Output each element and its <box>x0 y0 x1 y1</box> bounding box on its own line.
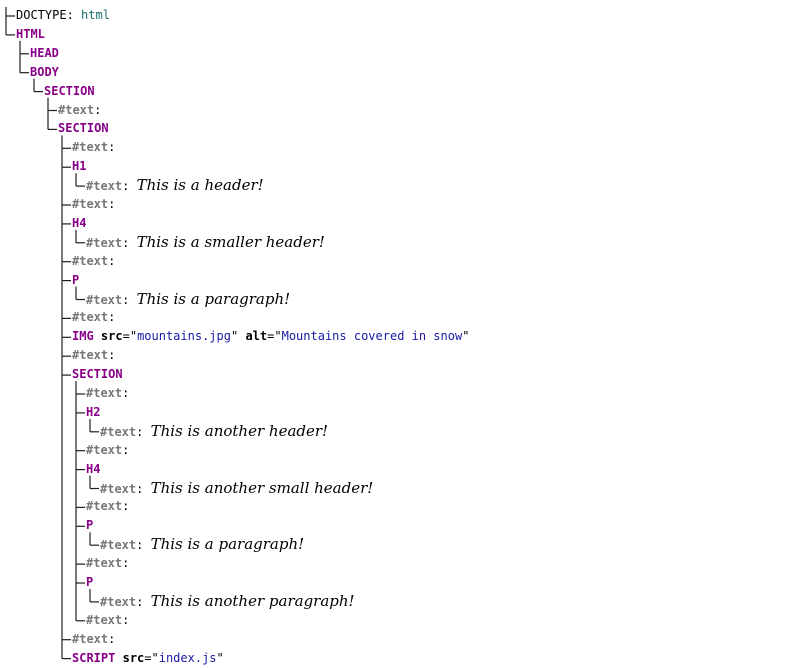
text-node: #text: This is a smaller header! <box>86 232 325 251</box>
element-tag-name: P <box>72 272 80 287</box>
element-node-section: SECTION <box>72 365 123 384</box>
text-node: #text: <box>72 253 116 268</box>
text-node-label: #text <box>86 386 123 400</box>
element-tag-name: HEAD <box>30 45 59 60</box>
element-tag-name: P <box>86 518 94 533</box>
doctype-value: html <box>81 8 110 22</box>
text-node-label: #text <box>86 292 123 307</box>
text-node-label: #text <box>86 612 123 627</box>
text-node-value: This is a paragraph! <box>136 289 291 308</box>
doctype-label: DOCTYPE <box>16 8 67 22</box>
element-node-html: HTML <box>16 25 45 44</box>
text-node-value: This is another paragraph! <box>150 591 355 610</box>
element-node-script: SCRIPT src="index.js" <box>72 650 224 665</box>
element-node-section: SECTION <box>44 82 95 101</box>
attribute-value: mountains.jpg <box>137 329 231 344</box>
text-node-label: #text <box>86 556 123 571</box>
text-node-label: #text <box>100 481 137 496</box>
text-node: #text: This is a header! <box>86 176 264 195</box>
text-node-label: #text <box>72 197 109 211</box>
element-node-img: IMG src="mountains.jpg" alt="Mountains c… <box>72 329 470 344</box>
text-node-value: This is another header! <box>150 421 329 440</box>
element-tag-name: H4 <box>72 215 87 230</box>
text-node-value: This is another small header! <box>150 478 374 497</box>
text-node: #text: This is another small header! <box>100 478 374 497</box>
element-node-h4: H4 <box>72 214 86 233</box>
doctype-node: DOCTYPE: html <box>16 8 110 22</box>
text-node-value: This is a paragraph! <box>150 535 305 554</box>
text-node-label: #text <box>72 140 109 155</box>
text-node: #text: <box>72 140 116 155</box>
attribute-value: index.js <box>158 650 217 665</box>
element-tag-name: H1 <box>72 159 87 174</box>
dom-tree-view: DOCTYPE: html HTML HEAD BODY SECTION #text: S… <box>0 0 800 665</box>
text-node: #text: <box>72 310 116 325</box>
element-tag-name: SCRIPT <box>72 650 116 665</box>
text-node-label: #text <box>100 538 137 553</box>
element-node-p: P <box>86 573 93 592</box>
text-node: #text: This is a paragraph! <box>100 535 305 554</box>
element-tag-name: H4 <box>86 461 101 476</box>
text-node-label: #text <box>86 499 123 514</box>
text-node-label: #text <box>86 442 123 457</box>
element-tag-name: P <box>86 575 94 589</box>
text-node: #text: <box>86 499 130 514</box>
element-tag-name: H2 <box>86 404 101 419</box>
text-node: #text: <box>58 102 102 117</box>
text-node-label: #text <box>72 631 109 646</box>
element-node-section: SECTION <box>58 119 109 138</box>
text-node: #text: <box>72 348 116 363</box>
element-tag-name: BODY <box>30 64 59 79</box>
text-node: #text: <box>72 631 116 646</box>
text-node: #text: <box>86 556 130 571</box>
element-tag-name: SECTION <box>72 367 123 382</box>
text-node: #text: <box>86 386 130 400</box>
text-node-label: #text <box>100 594 137 609</box>
text-node: #text: <box>86 442 130 457</box>
element-tag-name: IMG <box>72 329 94 344</box>
element-node-h4: H4 <box>86 460 100 479</box>
element-tag-name: SECTION <box>44 83 95 98</box>
attribute-name: alt <box>245 329 268 344</box>
element-node-p: P <box>86 516 93 535</box>
attribute-name: src <box>122 650 145 665</box>
text-node-label: #text <box>72 348 109 363</box>
text-node-label: #text <box>72 310 109 325</box>
element-tag-name: SECTION <box>58 121 109 136</box>
element-node-body: BODY <box>30 63 59 82</box>
attribute-value: Mountains covered in snow <box>281 329 463 344</box>
text-node-value: This is a header! <box>136 176 264 195</box>
element-node-h1: H1 <box>72 157 86 176</box>
text-node: #text: <box>86 612 130 627</box>
element-node-p: P <box>72 271 79 290</box>
text-node-label: #text <box>58 102 95 117</box>
text-node: #text: This is a paragraph! <box>86 289 291 308</box>
element-tag-name: HTML <box>16 26 45 41</box>
text-node-label: #text <box>86 235 123 250</box>
text-node: #text: <box>72 197 116 211</box>
text-node-label: #text <box>72 253 109 268</box>
text-node-value: This is a smaller header! <box>136 232 325 251</box>
element-node-head: HEAD <box>30 44 59 63</box>
text-node-label: #text <box>100 424 137 439</box>
text-node: #text: This is another header! <box>100 421 329 440</box>
text-node: #text: This is another paragraph! <box>100 591 355 610</box>
element-node-h2: H2 <box>86 403 100 422</box>
text-node-label: #text <box>86 179 123 194</box>
attribute-name: src <box>100 329 123 344</box>
